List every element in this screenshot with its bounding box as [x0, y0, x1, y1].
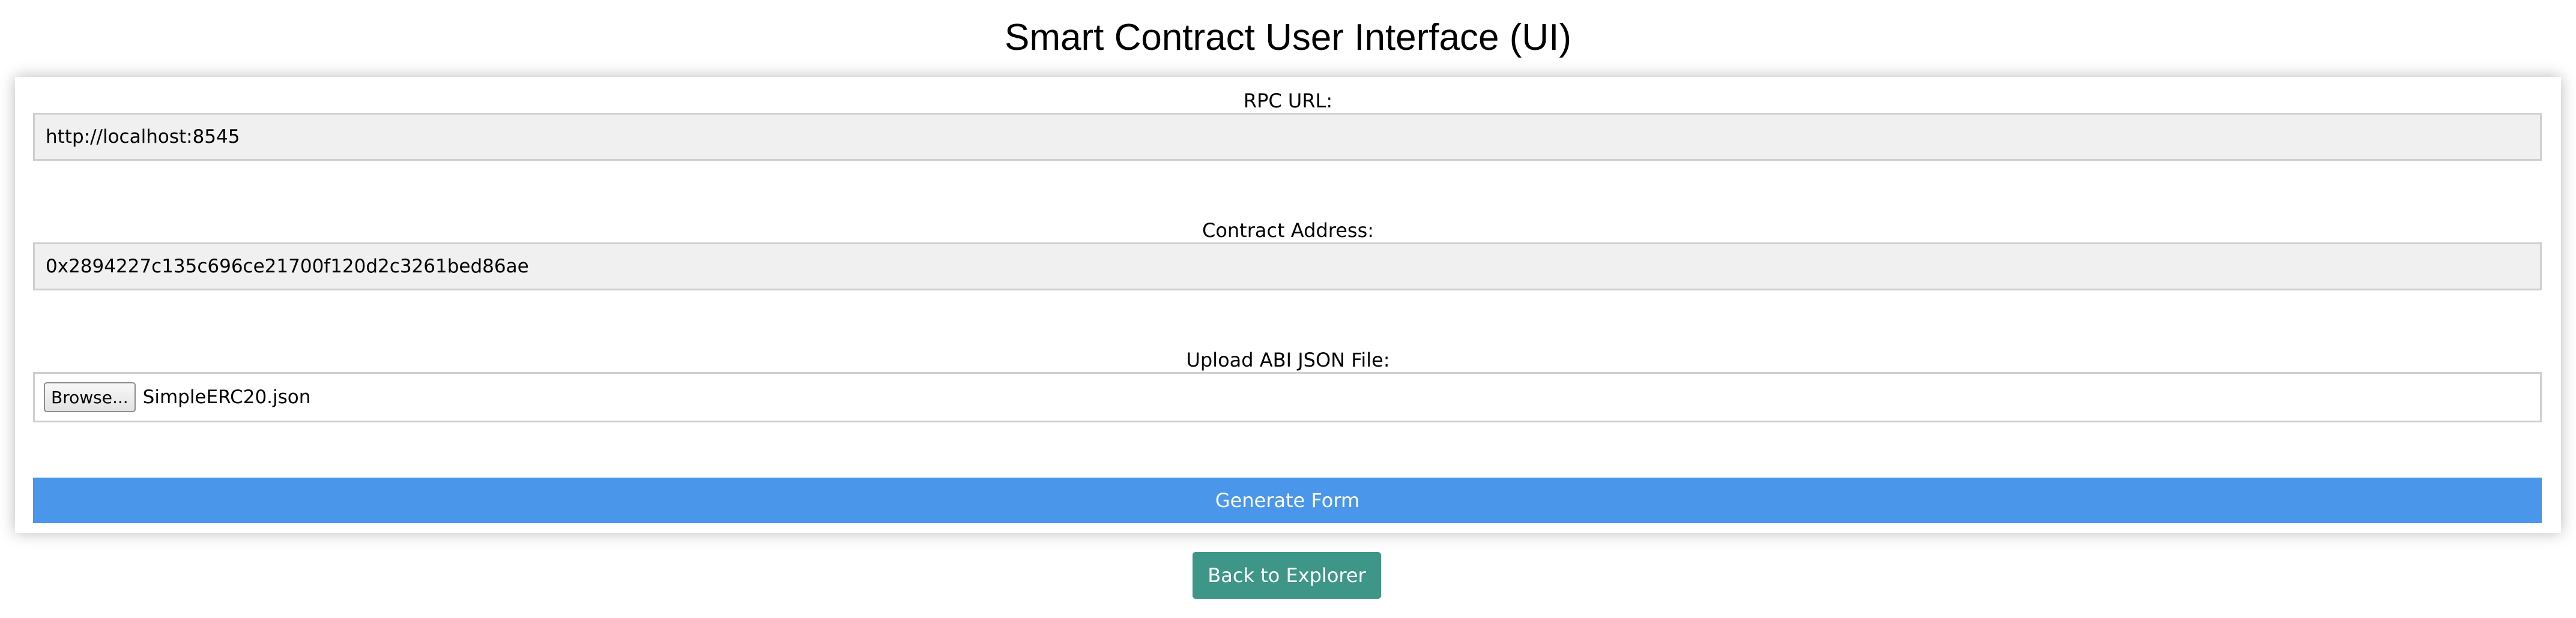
rpc-url-label: RPC URL:: [1243, 89, 1333, 112]
page: Smart Contract User Interface (UI) RPC U…: [0, 0, 2576, 618]
back-to-explorer-button[interactable]: Back to Explorer: [1193, 552, 1381, 599]
abi-upload-label: Upload ABI JSON File:: [1186, 349, 1390, 371]
generate-form-button[interactable]: Generate Form: [33, 478, 2542, 523]
contract-address-label: Contract Address:: [1202, 219, 1374, 242]
abi-file-input[interactable]: Browse... SimpleERC20.json: [33, 372, 2542, 422]
selected-file-name: SimpleERC20.json: [142, 386, 311, 408]
contract-address-input[interactable]: [33, 242, 2542, 290]
browse-button[interactable]: Browse...: [44, 382, 136, 412]
contract-form-card: RPC URL: Contract Address: Upload ABI JS…: [15, 77, 2561, 533]
page-title: Smart Contract User Interface (UI): [1004, 17, 1572, 58]
rpc-url-input[interactable]: [33, 113, 2542, 161]
